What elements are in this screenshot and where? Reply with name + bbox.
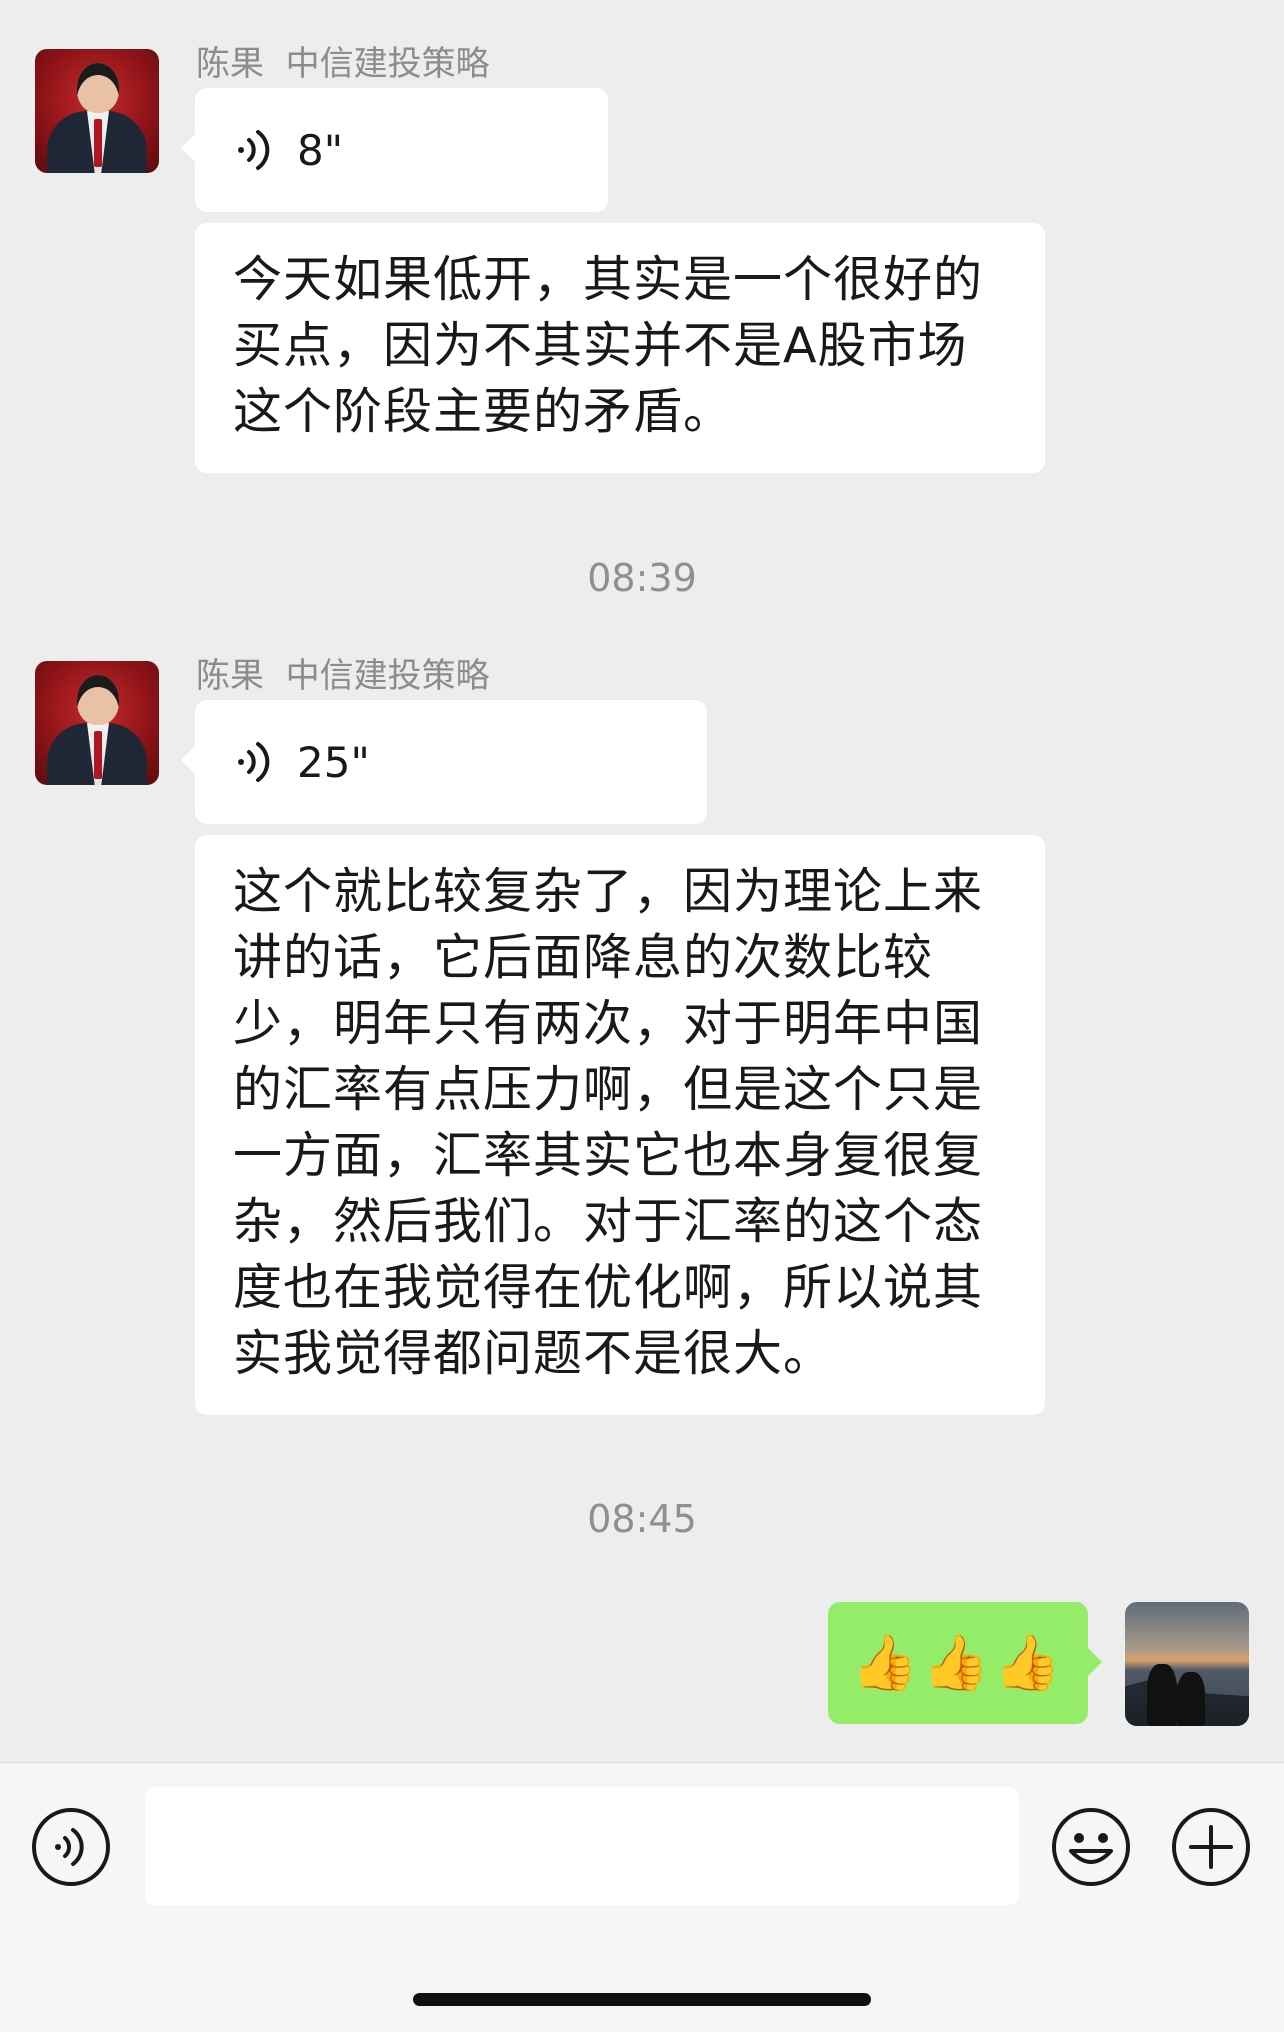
voice-duration: 8" (297, 125, 344, 175)
sender-avatar[interactable] (35, 661, 159, 785)
thumbs-up-emoji-text: 👍👍👍 (851, 1631, 1065, 1694)
sender-avatar[interactable] (35, 49, 159, 173)
chat-area[interactable]: 陈果 中信建投策略 8" 今天如果低开，其实是一个很好的买点，因为不其实并不是A… (0, 0, 1284, 1762)
timestamp: 08:45 (587, 1497, 697, 1541)
input-bar (0, 1762, 1284, 2032)
voice-duration: 25" (297, 737, 370, 787)
transcript-bubble[interactable]: 今天如果低开，其实是一个很好的买点，因为不其实并不是A股市场这个阶段主要的矛盾。 (195, 223, 1045, 473)
plus-icon[interactable] (1171, 1807, 1251, 1887)
message-input[interactable] (145, 1787, 1019, 1905)
voice-message[interactable]: 8" (181, 88, 608, 212)
home-indicator[interactable] (413, 1993, 871, 2006)
timestamp: 08:39 (587, 556, 697, 600)
transcript-text: 这个就比较复杂了，因为理论上来讲的话，它后面降息的次数比较少，明年只有两次，对于… (233, 863, 984, 1382)
voice-message[interactable]: 25" (181, 700, 707, 824)
sender-name: 陈果 中信建投策略 (196, 44, 490, 84)
emoji-icon[interactable] (1051, 1807, 1131, 1887)
voice-input-icon[interactable] (31, 1807, 111, 1887)
voice-wave-icon (238, 742, 270, 782)
my-message-bubble[interactable]: 👍👍👍 (828, 1602, 1102, 1724)
sender-name: 陈果 中信建投策略 (196, 656, 490, 696)
my-avatar[interactable] (1125, 1602, 1249, 1726)
transcript-text: 今天如果低开，其实是一个很好的买点，因为不其实并不是A股市场这个阶段主要的矛盾。 (233, 251, 984, 440)
voice-wave-icon (238, 130, 270, 170)
transcript-bubble[interactable]: 这个就比较复杂了，因为理论上来讲的话，它后面降息的次数比较少，明年只有两次，对于… (195, 835, 1045, 1415)
